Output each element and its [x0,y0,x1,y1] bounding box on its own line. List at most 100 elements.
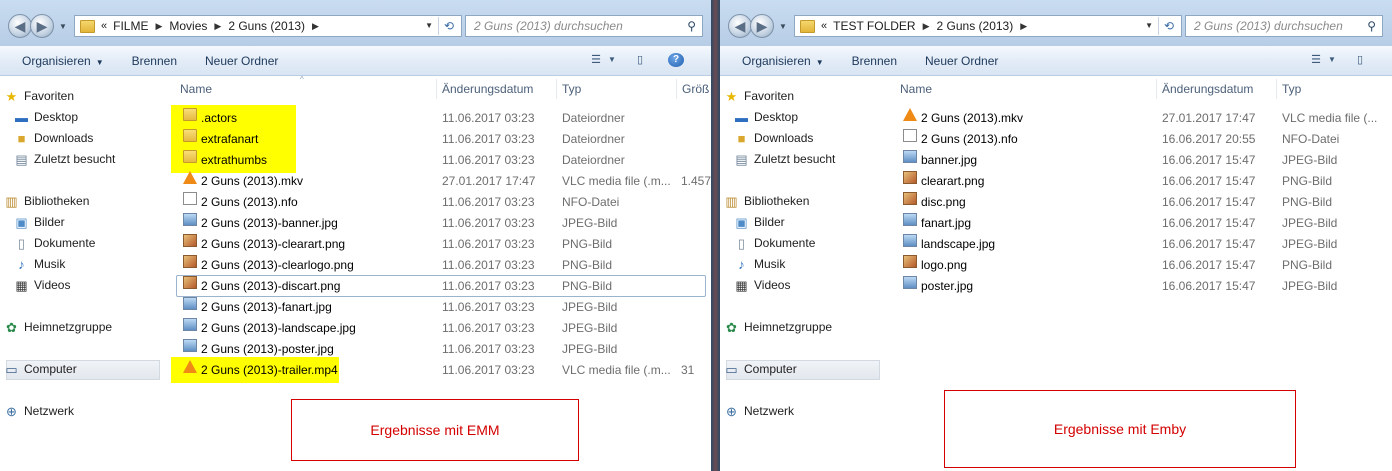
table-row[interactable]: 2 Guns (2013).nfo 16.06.2017 20:55 NFO-Dat… [890,129,1392,150]
column-divider[interactable] [436,79,437,99]
table-row[interactable]: fanart.jpg 16.06.2017 15:47 JPEG-Bild [890,213,1392,234]
forward-button[interactable]: ▶ [30,14,54,38]
search-icon[interactable]: ⚲ [1367,16,1376,36]
column-divider[interactable] [556,79,557,99]
refresh-icon[interactable]: ⟲ [1158,17,1179,35]
table-row[interactable]: 2 Guns (2013)-fanart.jpg 11.06.2017 03:23… [170,297,711,318]
back-button[interactable]: ◀ [8,14,32,38]
recent-pages-dropdown[interactable]: ▼ [59,22,67,31]
table-row[interactable]: 2 Guns (2013)-discart.png 11.06.2017 03:2… [170,276,711,297]
column-header-name[interactable]: Name [180,76,212,102]
table-row[interactable]: 2 Guns (2013)-trailer.mp4 11.06.2017 03:2… [170,360,711,381]
sidebar-item-videos[interactable]: ▦ Videos [15,275,70,296]
table-row[interactable]: 2 Guns (2013).nfo 11.06.2017 03:23 NFO-Dat… [170,192,711,213]
sidebar-item-homegroup[interactable]: ✿ Heimnetzgruppe [6,317,112,338]
sidebar-item-computer[interactable]: ▭ Computer [5,359,76,380]
column-divider[interactable] [1276,79,1277,99]
view-dropdown-icon[interactable]: ▼ [1328,53,1336,67]
sidebar-item-downloads[interactable]: ■ Downloads [18,128,94,149]
breadcrumb-item[interactable]: Movies [169,19,207,33]
sidebar-item-libraries[interactable]: ▥ Bibliotheken [5,191,89,212]
table-row[interactable]: banner.jpg 16.06.2017 15:47 JPEG-Bild [890,150,1392,171]
cell-date: 27.01.2017 17:47 [442,174,536,188]
table-row[interactable]: poster.jpg 16.06.2017 15:47 JPEG-Bild [890,276,1392,297]
table-row[interactable]: 2 Guns (2013).mkv 27.01.2017 17:47 VLC med… [170,171,711,192]
breadcrumb-chevron-icon[interactable]: ▶ [923,21,930,32]
breadcrumb-chevron-icon[interactable]: ▶ [214,21,221,32]
path-field[interactable]: « FILME ▶ Movies ▶ 2 Guns (2013) ▶ ▼ ⟲ [74,15,462,37]
forward-button[interactable]: ▶ [750,14,774,38]
search-icon[interactable]: ⚲ [687,16,696,36]
breadcrumb-item[interactable]: 2 Guns (2013) [228,19,305,33]
breadcrumb-item[interactable]: 2 Guns (2013) [937,19,1014,33]
sidebar-item-libraries[interactable]: ▥ Bibliotheken [725,191,809,212]
sidebar-item-desktop[interactable]: ▬ Desktop [735,107,798,128]
breadcrumb-chevron-icon[interactable]: ▶ [1020,21,1027,32]
png-icon [903,171,917,184]
organize-button[interactable]: Organisieren ▼ [0,54,118,68]
table-row[interactable]: 2 Guns (2013)-banner.jpg 11.06.2017 03:23… [170,213,711,234]
table-row[interactable]: extrathumbs 11.06.2017 03:23 Dateiordner [170,150,711,171]
table-row[interactable]: 2 Guns (2013)-landscape.jpg 11.06.2017 03… [170,318,711,339]
sidebar-item-network[interactable]: ⊕ Netzwerk [726,401,794,422]
sidebar-item-downloads[interactable]: ■ Downloads [738,128,814,149]
sidebar-item-network[interactable]: ⊕ Netzwerk [6,401,74,422]
path-dropdown-icon[interactable]: ▼ [425,21,433,30]
column-divider[interactable] [676,79,677,99]
sidebar-item-documents[interactable]: ▯ Dokumente [738,233,815,254]
column-header-name[interactable]: Name [900,76,932,102]
sidebar-item-recent[interactable]: ▤ Zuletzt besucht [15,149,115,170]
column-header-type[interactable]: Typ [562,76,581,102]
sidebar-item-music[interactable]: ♪ Musik [18,254,65,275]
help-icon[interactable]: ? [668,53,684,67]
table-row[interactable]: landscape.jpg 16.06.2017 15:47 JPEG-Bild [890,234,1392,255]
organize-button[interactable]: Organisieren ▼ [720,54,838,68]
burn-button[interactable]: Brennen [838,54,911,68]
sidebar-item-favorites[interactable]: ★ Favoriten [726,86,794,107]
search-input[interactable]: 2 Guns (2013) durchsuchen ⚲ [1185,15,1383,37]
breadcrumb-overflow-icon[interactable]: « [821,20,827,32]
path-dropdown-icon[interactable]: ▼ [1145,21,1153,30]
breadcrumb-item[interactable]: TEST FOLDER [833,19,915,33]
sidebar-item-recent[interactable]: ▤ Zuletzt besucht [735,149,835,170]
search-input[interactable]: 2 Guns (2013) durchsuchen ⚲ [465,15,703,37]
view-options-icon[interactable]: ☰ [1308,53,1324,67]
new-folder-button[interactable]: Neuer Ordner [911,54,1012,68]
table-row[interactable]: 2 Guns (2013)-clearart.png 11.06.2017 03:… [170,234,711,255]
view-dropdown-icon[interactable]: ▼ [608,53,616,67]
preview-pane-icon[interactable]: ▯ [632,53,648,67]
breadcrumb-overflow-icon[interactable]: « [101,20,107,32]
column-divider[interactable] [1156,79,1157,99]
column-header-date[interactable]: Änderungsdatum [442,76,533,102]
view-options-icon[interactable]: ☰ [588,53,604,67]
column-header-size[interactable]: Größ [682,76,709,102]
recent-pages-dropdown[interactable]: ▼ [779,22,787,31]
sidebar-item-videos[interactable]: ▦ Videos [735,275,790,296]
table-row[interactable]: 2 Guns (2013).mkv 27.01.2017 17:47 VLC med… [890,108,1392,129]
back-button[interactable]: ◀ [728,14,752,38]
burn-button[interactable]: Brennen [118,54,191,68]
table-row[interactable]: 2 Guns (2013)-clearlogo.png 11.06.2017 03… [170,255,711,276]
table-row[interactable]: clearart.png 16.06.2017 15:47 PNG-Bild [890,171,1392,192]
sidebar-item-computer[interactable]: ▭ Computer [725,359,796,380]
path-field[interactable]: « TEST FOLDER ▶ 2 Guns (2013) ▶ ▼ ⟲ [794,15,1182,37]
sidebar-item-desktop[interactable]: ▬ Desktop [15,107,78,128]
table-row[interactable]: disc.png 16.06.2017 15:47 PNG-Bild [890,192,1392,213]
new-folder-button[interactable]: Neuer Ordner [191,54,292,68]
sidebar-item-pictures[interactable]: ▣ Bilder [15,212,64,233]
sidebar-item-music[interactable]: ♪ Musik [738,254,785,275]
preview-pane-icon[interactable]: ▯ [1352,53,1368,67]
breadcrumb-chevron-icon[interactable]: ▶ [312,21,319,32]
refresh-icon[interactable]: ⟲ [438,17,459,35]
sidebar-item-homegroup[interactable]: ✿ Heimnetzgruppe [726,317,832,338]
column-header-type[interactable]: Typ [1282,76,1301,102]
cell-type: VLC media file (... [1282,111,1378,125]
table-row[interactable]: logo.png 16.06.2017 15:47 PNG-Bild [890,255,1392,276]
column-header-date[interactable]: Änderungsdatum [1162,76,1253,102]
sidebar-item-documents[interactable]: ▯ Dokumente [18,233,95,254]
breadcrumb-item[interactable]: FILME [113,19,148,33]
navigation-pane: ★ Favoriten ▬ Desktop ■ Downloads ▤ Zuletzt … [0,76,168,471]
sidebar-item-pictures[interactable]: ▣ Bilder [735,212,784,233]
breadcrumb-chevron-icon[interactable]: ▶ [155,21,162,32]
sidebar-item-favorites[interactable]: ★ Favoriten [6,86,74,107]
